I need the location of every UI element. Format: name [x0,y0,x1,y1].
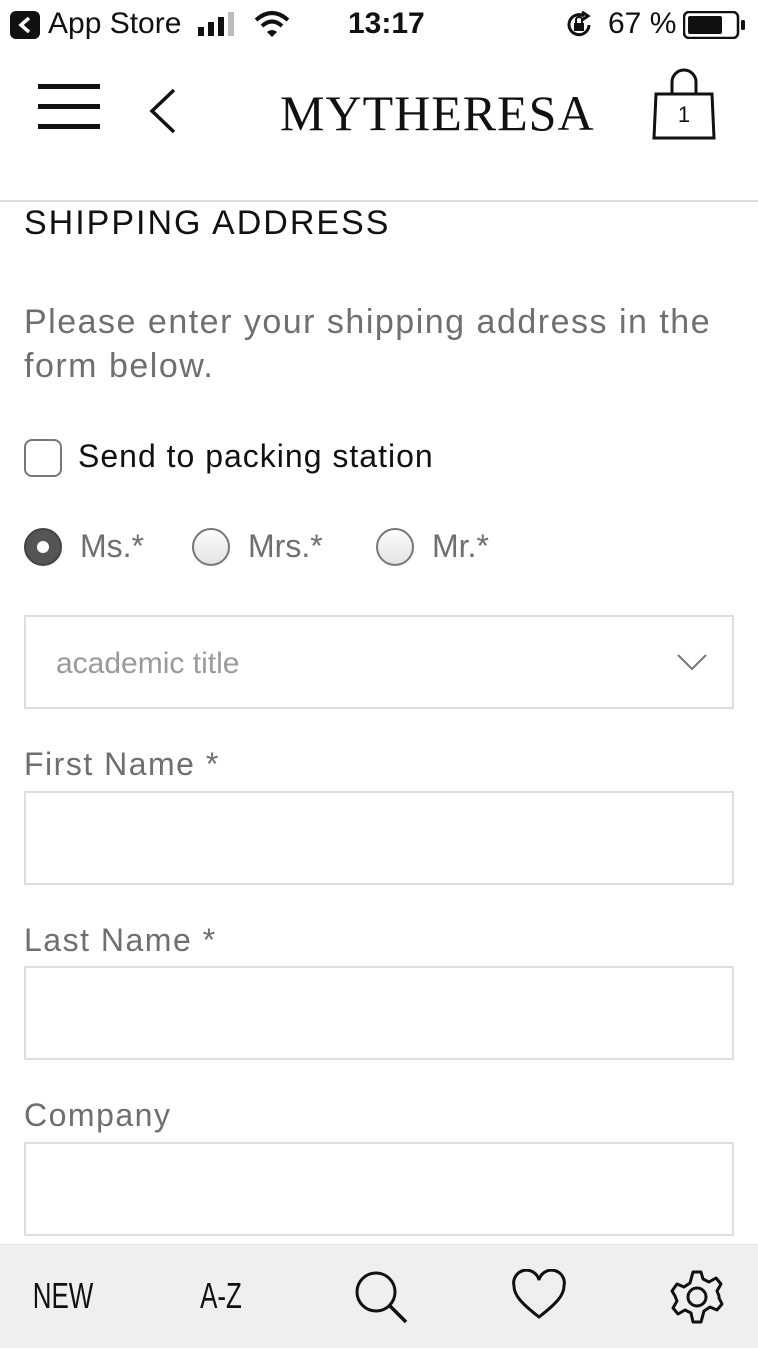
chevron-down-icon [677,654,707,671]
radio-unchecked-icon[interactable] [376,528,414,566]
salutation-label[interactable]: Mr.* [432,528,489,565]
company-label: Company [24,1097,172,1133]
packing-station-checkbox[interactable] [24,439,62,477]
page-title: SHIPPING ADDRESS [24,204,391,242]
hamburger-menu-icon[interactable] [38,84,100,130]
academic-title-select[interactable]: academic title [24,615,734,709]
last-name-label: Last Name * [24,922,217,958]
last-name-field[interactable] [24,966,734,1060]
status-bar: App Store 13:17 67 % [0,0,758,50]
shopping-bag-button[interactable]: 1 [652,68,716,140]
header-divider [0,200,758,202]
first-name-field[interactable] [24,791,734,885]
battery-icon [683,11,745,39]
company-field[interactable] [24,1142,734,1236]
cart-count-badge: 1 [677,102,691,127]
brand-logo[interactable]: MYTHERESA [280,84,595,142]
battery-percent: 67 % [608,7,677,40]
tab-new[interactable]: NEW [8,1245,118,1348]
status-time: 13:17 [348,7,425,40]
academic-title-placeholder: academic title [56,647,240,680]
tab-search[interactable] [324,1245,434,1348]
back-to-app-icon[interactable] [10,11,40,39]
gear-icon [670,1270,724,1324]
tab-settings[interactable] [640,1245,750,1348]
app-header: MYTHERESA 1 [0,50,758,200]
status-app-name[interactable]: App Store [48,7,181,41]
form-intro-text: Please enter your shipping address in th… [24,303,712,385]
tab-a-z-label: A-Z [200,1275,242,1316]
packing-station-label[interactable]: Send to packing station [78,438,434,475]
radio-unchecked-icon[interactable] [192,528,230,566]
salutation-label[interactable]: Mrs.* [248,528,323,565]
rotation-lock-icon [567,10,591,37]
signal-icon [198,12,234,36]
radio-checked-icon[interactable] [24,528,62,566]
tab-a-z[interactable]: A-Z [166,1245,276,1348]
back-chevron-icon[interactable] [148,88,178,134]
search-icon [355,1271,408,1324]
heart-icon [512,1269,566,1319]
salutation-label[interactable]: Ms.* [80,528,144,565]
first-name-label: First Name * [24,746,220,782]
tab-wishlist[interactable] [482,1245,592,1348]
tab-new-label: NEW [32,1275,94,1316]
wifi-icon [254,11,290,37]
bottom-tab-bar: NEW A-Z [0,1244,758,1348]
